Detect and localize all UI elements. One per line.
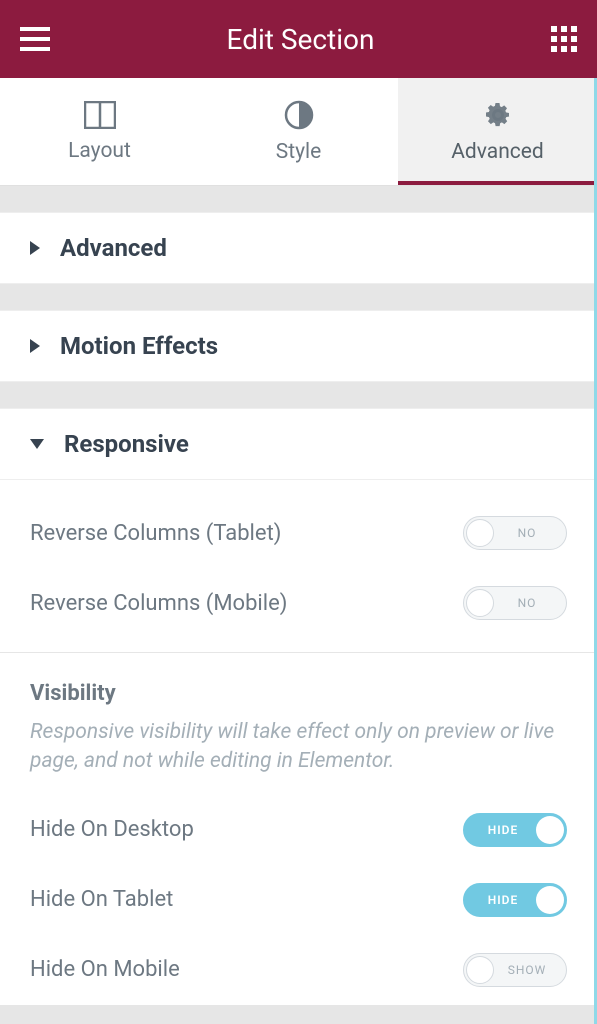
apps-icon[interactable] [551,26,577,52]
toggle-knob [466,956,494,984]
spacer [0,382,597,408]
tab-layout-label: Layout [68,139,131,163]
toggle-knob [536,816,564,844]
tab-style-label: Style [276,140,322,164]
accordion-responsive-label: Responsive [64,430,189,458]
style-icon [284,100,314,130]
accordion-motion-effects[interactable]: Motion Effects [0,310,597,382]
gear-icon [483,100,513,130]
accordion-responsive[interactable]: Responsive [0,408,597,480]
hide-on-desktop-label: Hide On Desktop [30,817,194,842]
reverse-columns-mobile-row: Reverse Columns (Mobile) NO [30,568,567,638]
hide-on-mobile-row: Hide On Mobile SHOW [30,935,567,1005]
hide-on-mobile-label: Hide On Mobile [30,957,180,982]
hide-on-tablet-toggle[interactable]: HIDE [463,883,567,917]
reverse-columns-tablet-label: Reverse Columns (Tablet) [30,521,281,546]
toggle-knob [536,886,564,914]
spacer [0,186,597,212]
toggle-state-label: NO [494,526,566,540]
reverse-columns-mobile-toggle[interactable]: NO [463,586,567,620]
reverse-columns-tablet-row: Reverse Columns (Tablet) NO [30,498,567,568]
chevron-right-icon [30,241,40,255]
toggle-knob [466,519,494,547]
hide-on-tablet-row: Hide On Tablet HIDE [30,865,567,935]
accordion-motion-label: Motion Effects [60,332,218,360]
accordion-advanced-label: Advanced [60,234,167,262]
visibility-help-text: Responsive visibility will take effect o… [30,718,567,795]
panel-title: Edit Section [227,23,375,56]
menu-icon[interactable] [20,27,50,51]
toggle-state-label: HIDE [464,823,536,837]
toggle-knob [466,589,494,617]
chevron-right-icon [30,339,40,353]
hide-on-tablet-label: Hide On Tablet [30,887,173,912]
tabs-container: Layout Style Advanced [0,78,597,186]
toggle-state-label: HIDE [464,893,536,907]
tab-layout[interactable]: Layout [0,78,199,185]
hide-on-desktop-row: Hide On Desktop HIDE [30,795,567,865]
tab-style[interactable]: Style [199,78,398,185]
panel-header: Edit Section [0,0,597,78]
tab-advanced[interactable]: Advanced [398,78,597,185]
toggle-state-label: SHOW [494,963,566,977]
responsive-section: Reverse Columns (Tablet) NO Reverse Colu… [0,480,597,1005]
hide-on-mobile-toggle[interactable]: SHOW [463,953,567,987]
visibility-heading: Visibility [30,653,567,718]
reverse-columns-mobile-label: Reverse Columns (Mobile) [30,591,287,616]
spacer [0,284,597,310]
tab-advanced-label: Advanced [451,140,544,164]
accordion-advanced[interactable]: Advanced [0,212,597,284]
toggle-state-label: NO [494,596,566,610]
reverse-columns-tablet-toggle[interactable]: NO [463,516,567,550]
hide-on-desktop-toggle[interactable]: HIDE [463,813,567,847]
chevron-down-icon [30,439,44,449]
layout-icon [84,101,116,129]
